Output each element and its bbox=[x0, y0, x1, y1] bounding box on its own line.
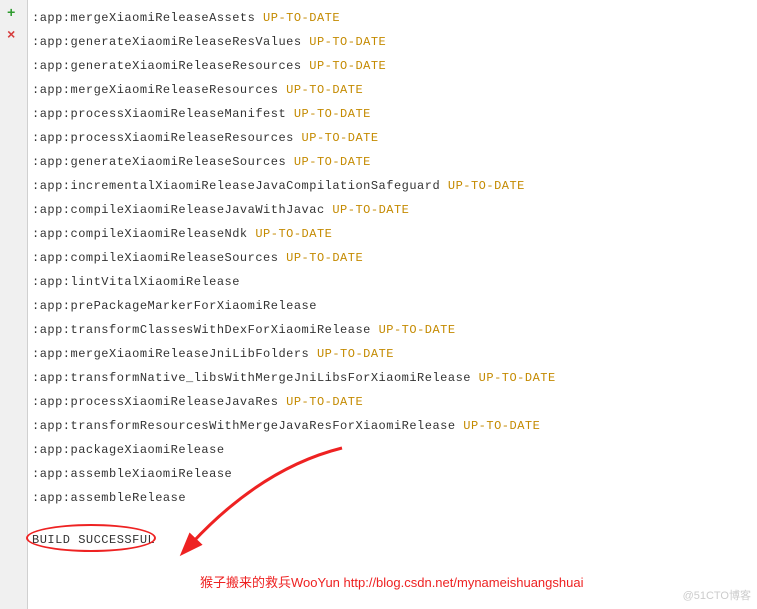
build-line: :app:generateXiaomiReleaseResValues UP-T… bbox=[32, 30, 753, 54]
task-name: :app:transformClassesWithDexForXiaomiRel… bbox=[32, 323, 371, 337]
build-line: :app:compileXiaomiReleaseSources UP-TO-D… bbox=[32, 246, 753, 270]
highlight-ellipse bbox=[26, 524, 156, 552]
build-line: :app:generateXiaomiReleaseResources UP-T… bbox=[32, 54, 753, 78]
task-name: :app:incrementalXiaomiReleaseJavaCompila… bbox=[32, 179, 440, 193]
build-line: :app:mergeXiaomiReleaseAssets UP-TO-DATE bbox=[32, 6, 753, 30]
build-line: :app:mergeXiaomiReleaseResources UP-TO-D… bbox=[32, 78, 753, 102]
build-line: :app:processXiaomiReleaseManifest UP-TO-… bbox=[32, 102, 753, 126]
build-line: :app:compileXiaomiReleaseJavaWithJavac U… bbox=[32, 198, 753, 222]
task-status: UP-TO-DATE bbox=[302, 131, 379, 145]
watermark: @51CTO博客 bbox=[683, 587, 751, 603]
build-line: :app:processXiaomiReleaseJavaRes UP-TO-D… bbox=[32, 390, 753, 414]
build-line: :app:processXiaomiReleaseResources UP-TO… bbox=[32, 126, 753, 150]
build-line: :app:packageXiaomiRelease bbox=[32, 438, 753, 462]
task-name: :app:compileXiaomiReleaseSources bbox=[32, 251, 278, 265]
task-status: UP-TO-DATE bbox=[309, 59, 386, 73]
task-name: :app:compileXiaomiReleaseNdk bbox=[32, 227, 248, 241]
task-status: UP-TO-DATE bbox=[479, 371, 556, 385]
close-icon[interactable]: × bbox=[7, 28, 15, 44]
build-result-row: BUILD SUCCESSFUL bbox=[32, 528, 753, 552]
task-status: UP-TO-DATE bbox=[332, 203, 409, 217]
build-line: :app:assembleRelease bbox=[32, 486, 753, 510]
task-name: :app:mergeXiaomiReleaseJniLibFolders bbox=[32, 347, 309, 361]
add-icon[interactable]: + bbox=[7, 6, 15, 22]
task-name: :app:lintVitalXiaomiRelease bbox=[32, 275, 240, 289]
task-name: :app:generateXiaomiReleaseResValues bbox=[32, 35, 302, 49]
task-status: UP-TO-DATE bbox=[317, 347, 394, 361]
task-status: UP-TO-DATE bbox=[286, 251, 363, 265]
task-name: :app:packageXiaomiRelease bbox=[32, 443, 225, 457]
task-name: :app:assembleXiaomiRelease bbox=[32, 467, 232, 481]
task-name: :app:assembleRelease bbox=[32, 491, 186, 505]
task-name: :app:mergeXiaomiReleaseAssets bbox=[32, 11, 255, 25]
build-line: :app:compileXiaomiReleaseNdk UP-TO-DATE bbox=[32, 222, 753, 246]
task-status: UP-TO-DATE bbox=[286, 83, 363, 97]
task-status: UP-TO-DATE bbox=[294, 155, 371, 169]
task-status: UP-TO-DATE bbox=[286, 395, 363, 409]
build-line: :app:incrementalXiaomiReleaseJavaCompila… bbox=[32, 174, 753, 198]
build-line: :app:lintVitalXiaomiRelease bbox=[32, 270, 753, 294]
task-name: :app:processXiaomiReleaseJavaRes bbox=[32, 395, 278, 409]
task-status: UP-TO-DATE bbox=[379, 323, 456, 337]
build-result: BUILD SUCCESSFUL bbox=[32, 528, 155, 552]
build-line: :app:transformResourcesWithMergeJavaResF… bbox=[32, 414, 753, 438]
task-name: :app:compileXiaomiReleaseJavaWithJavac bbox=[32, 203, 325, 217]
task-name: :app:processXiaomiReleaseResources bbox=[32, 131, 294, 145]
task-name: :app:generateXiaomiReleaseSources bbox=[32, 155, 286, 169]
task-status: UP-TO-DATE bbox=[263, 11, 340, 25]
build-line: :app:assembleXiaomiRelease bbox=[32, 462, 753, 486]
task-name: :app:transformNative_libsWithMergeJniLib… bbox=[32, 371, 471, 385]
build-line: :app:transformNative_libsWithMergeJniLib… bbox=[32, 366, 753, 390]
task-name: :app:transformResourcesWithMergeJavaResF… bbox=[32, 419, 456, 433]
task-status: UP-TO-DATE bbox=[463, 419, 540, 433]
task-status: UP-TO-DATE bbox=[448, 179, 525, 193]
task-status: UP-TO-DATE bbox=[294, 107, 371, 121]
build-line: :app:mergeXiaomiReleaseJniLibFolders UP-… bbox=[32, 342, 753, 366]
task-name: :app:generateXiaomiReleaseResources bbox=[32, 59, 302, 73]
build-line: :app:prePackageMarkerForXiaomiRelease bbox=[32, 294, 753, 318]
build-output: :app:mergeXiaomiReleaseAssets UP-TO-DATE… bbox=[28, 0, 757, 558]
task-name: :app:mergeXiaomiReleaseResources bbox=[32, 83, 278, 97]
annotation-link[interactable]: http://blog.csdn.net/mynameishuangshuai bbox=[344, 575, 584, 590]
build-line: :app:generateXiaomiReleaseSources UP-TO-… bbox=[32, 150, 753, 174]
task-status: UP-TO-DATE bbox=[255, 227, 332, 241]
task-name: :app:processXiaomiReleaseManifest bbox=[32, 107, 286, 121]
gutter: + × bbox=[0, 0, 28, 609]
annotation-label: 猴子搬来的救兵WooYun bbox=[200, 575, 344, 590]
annotation-text: 猴子搬来的救兵WooYun http://blog.csdn.net/mynam… bbox=[200, 572, 583, 591]
build-line: :app:transformClassesWithDexForXiaomiRel… bbox=[32, 318, 753, 342]
task-status: UP-TO-DATE bbox=[309, 35, 386, 49]
task-name: :app:prePackageMarkerForXiaomiRelease bbox=[32, 299, 317, 313]
